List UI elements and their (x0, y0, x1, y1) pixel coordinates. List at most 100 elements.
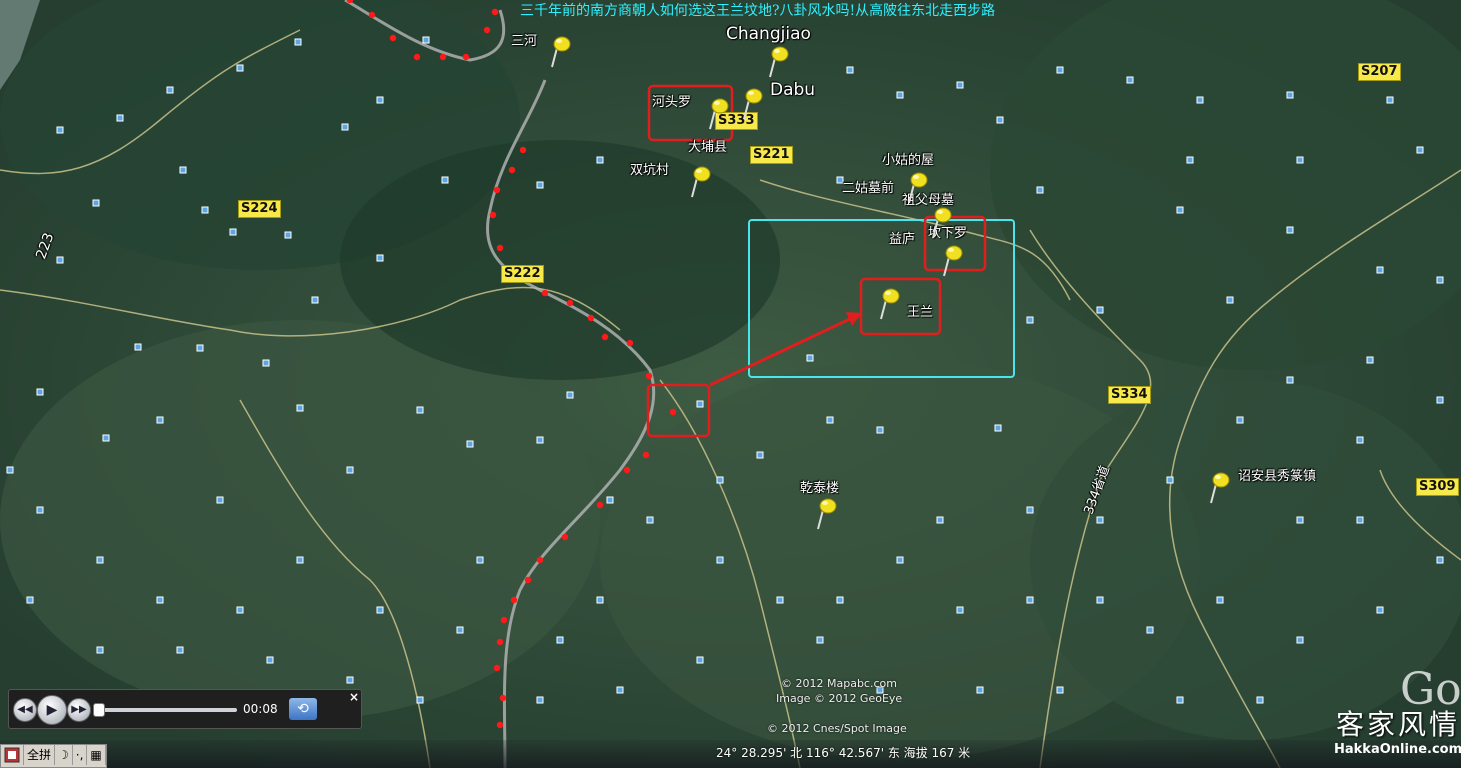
place-marker[interactable] (134, 343, 142, 351)
place-marker[interactable] (266, 656, 274, 664)
place-marker[interactable] (346, 466, 354, 474)
ime-logo-icon[interactable] (1, 745, 24, 765)
place-marker[interactable] (1026, 596, 1034, 604)
place-marker[interactable] (96, 646, 104, 654)
place-marker[interactable] (6, 466, 14, 474)
place-marker[interactable] (1176, 206, 1184, 214)
place-marker[interactable] (836, 596, 844, 604)
place-marker[interactable] (476, 556, 484, 564)
place-marker[interactable] (1026, 506, 1034, 514)
place-marker[interactable] (806, 354, 814, 362)
place-marker[interactable] (36, 506, 44, 514)
place-marker[interactable] (956, 606, 964, 614)
place-marker[interactable] (1146, 626, 1154, 634)
place-marker[interactable] (376, 254, 384, 262)
place-marker[interactable] (936, 516, 944, 524)
place-marker[interactable] (826, 416, 834, 424)
place-marker[interactable] (876, 426, 884, 434)
place-marker[interactable] (92, 199, 100, 207)
place-marker[interactable] (1176, 696, 1184, 704)
place-marker[interactable] (536, 696, 544, 704)
ime-fullwidth-button[interactable]: 全拼 (24, 745, 56, 765)
place-marker[interactable] (1366, 356, 1374, 364)
place-marker[interactable] (1286, 226, 1294, 234)
place-marker[interactable] (296, 556, 304, 564)
place-marker[interactable] (716, 556, 724, 564)
pushpin-icon[interactable] (814, 496, 840, 530)
place-marker[interactable] (284, 231, 292, 239)
place-marker[interactable] (956, 81, 964, 89)
place-marker[interactable] (102, 434, 110, 442)
place-marker[interactable] (976, 686, 984, 694)
place-marker[interactable] (716, 476, 724, 484)
place-marker[interactable] (696, 400, 704, 408)
place-marker[interactable] (156, 596, 164, 604)
place-marker[interactable] (1096, 596, 1104, 604)
place-marker[interactable] (376, 96, 384, 104)
place-marker[interactable] (1056, 686, 1064, 694)
place-marker[interactable] (816, 636, 824, 644)
place-marker[interactable] (1376, 606, 1384, 614)
place-marker[interactable] (1096, 516, 1104, 524)
place-marker[interactable] (56, 126, 64, 134)
place-marker[interactable] (56, 256, 64, 264)
place-marker[interactable] (646, 516, 654, 524)
place-marker[interactable] (201, 206, 209, 214)
pushpin-icon[interactable] (548, 34, 574, 68)
place-marker[interactable] (116, 114, 124, 122)
place-marker[interactable] (696, 656, 704, 664)
punctuation-button[interactable]: ·, (73, 745, 88, 765)
place-marker[interactable] (596, 156, 604, 164)
place-marker[interactable] (1026, 316, 1034, 324)
pushpin-icon[interactable] (940, 243, 966, 277)
progress-track[interactable] (97, 708, 237, 712)
pushpin-icon[interactable] (740, 86, 766, 120)
place-marker[interactable] (1286, 91, 1294, 99)
place-marker[interactable] (156, 416, 164, 424)
place-marker[interactable] (1166, 476, 1174, 484)
pushpin-icon[interactable] (1207, 470, 1233, 504)
place-marker[interactable] (341, 123, 349, 131)
place-marker[interactable] (166, 86, 174, 94)
place-marker[interactable] (1436, 556, 1444, 564)
pushpin-icon[interactable] (929, 205, 955, 239)
repeat-button[interactable]: ⟲ (289, 698, 317, 720)
place-marker[interactable] (896, 556, 904, 564)
place-marker[interactable] (1216, 596, 1224, 604)
play-button[interactable]: ▶ (37, 695, 67, 725)
place-marker[interactable] (376, 606, 384, 614)
place-marker[interactable] (1416, 146, 1424, 154)
place-marker[interactable] (566, 391, 574, 399)
place-marker[interactable] (1256, 696, 1264, 704)
place-marker[interactable] (216, 496, 224, 504)
place-marker[interactable] (616, 686, 624, 694)
keyboard-icon[interactable]: ▦ (87, 745, 106, 765)
progress-knob[interactable] (93, 703, 105, 717)
pushpin-icon[interactable] (905, 170, 931, 204)
place-marker[interactable] (606, 496, 614, 504)
place-marker[interactable] (422, 36, 430, 44)
place-marker[interactable] (1096, 306, 1104, 314)
place-marker[interactable] (346, 676, 354, 684)
place-marker[interactable] (179, 166, 187, 174)
place-marker[interactable] (196, 344, 204, 352)
place-marker[interactable] (1296, 156, 1304, 164)
place-marker[interactable] (1356, 436, 1364, 444)
place-marker[interactable] (896, 91, 904, 99)
place-marker[interactable] (994, 424, 1002, 432)
place-marker[interactable] (294, 38, 302, 46)
place-marker[interactable] (236, 606, 244, 614)
place-marker[interactable] (1376, 266, 1384, 274)
place-marker[interactable] (1436, 396, 1444, 404)
place-marker[interactable] (1436, 276, 1444, 284)
place-marker[interactable] (1386, 96, 1394, 104)
place-marker[interactable] (536, 181, 544, 189)
place-marker[interactable] (1286, 376, 1294, 384)
place-marker[interactable] (556, 636, 564, 644)
place-marker[interactable] (1296, 516, 1304, 524)
pushpin-icon[interactable] (877, 286, 903, 320)
place-marker[interactable] (311, 296, 319, 304)
place-marker[interactable] (596, 596, 604, 604)
fast-forward-button[interactable]: ▶▶ (67, 698, 91, 722)
place-marker[interactable] (416, 406, 424, 414)
